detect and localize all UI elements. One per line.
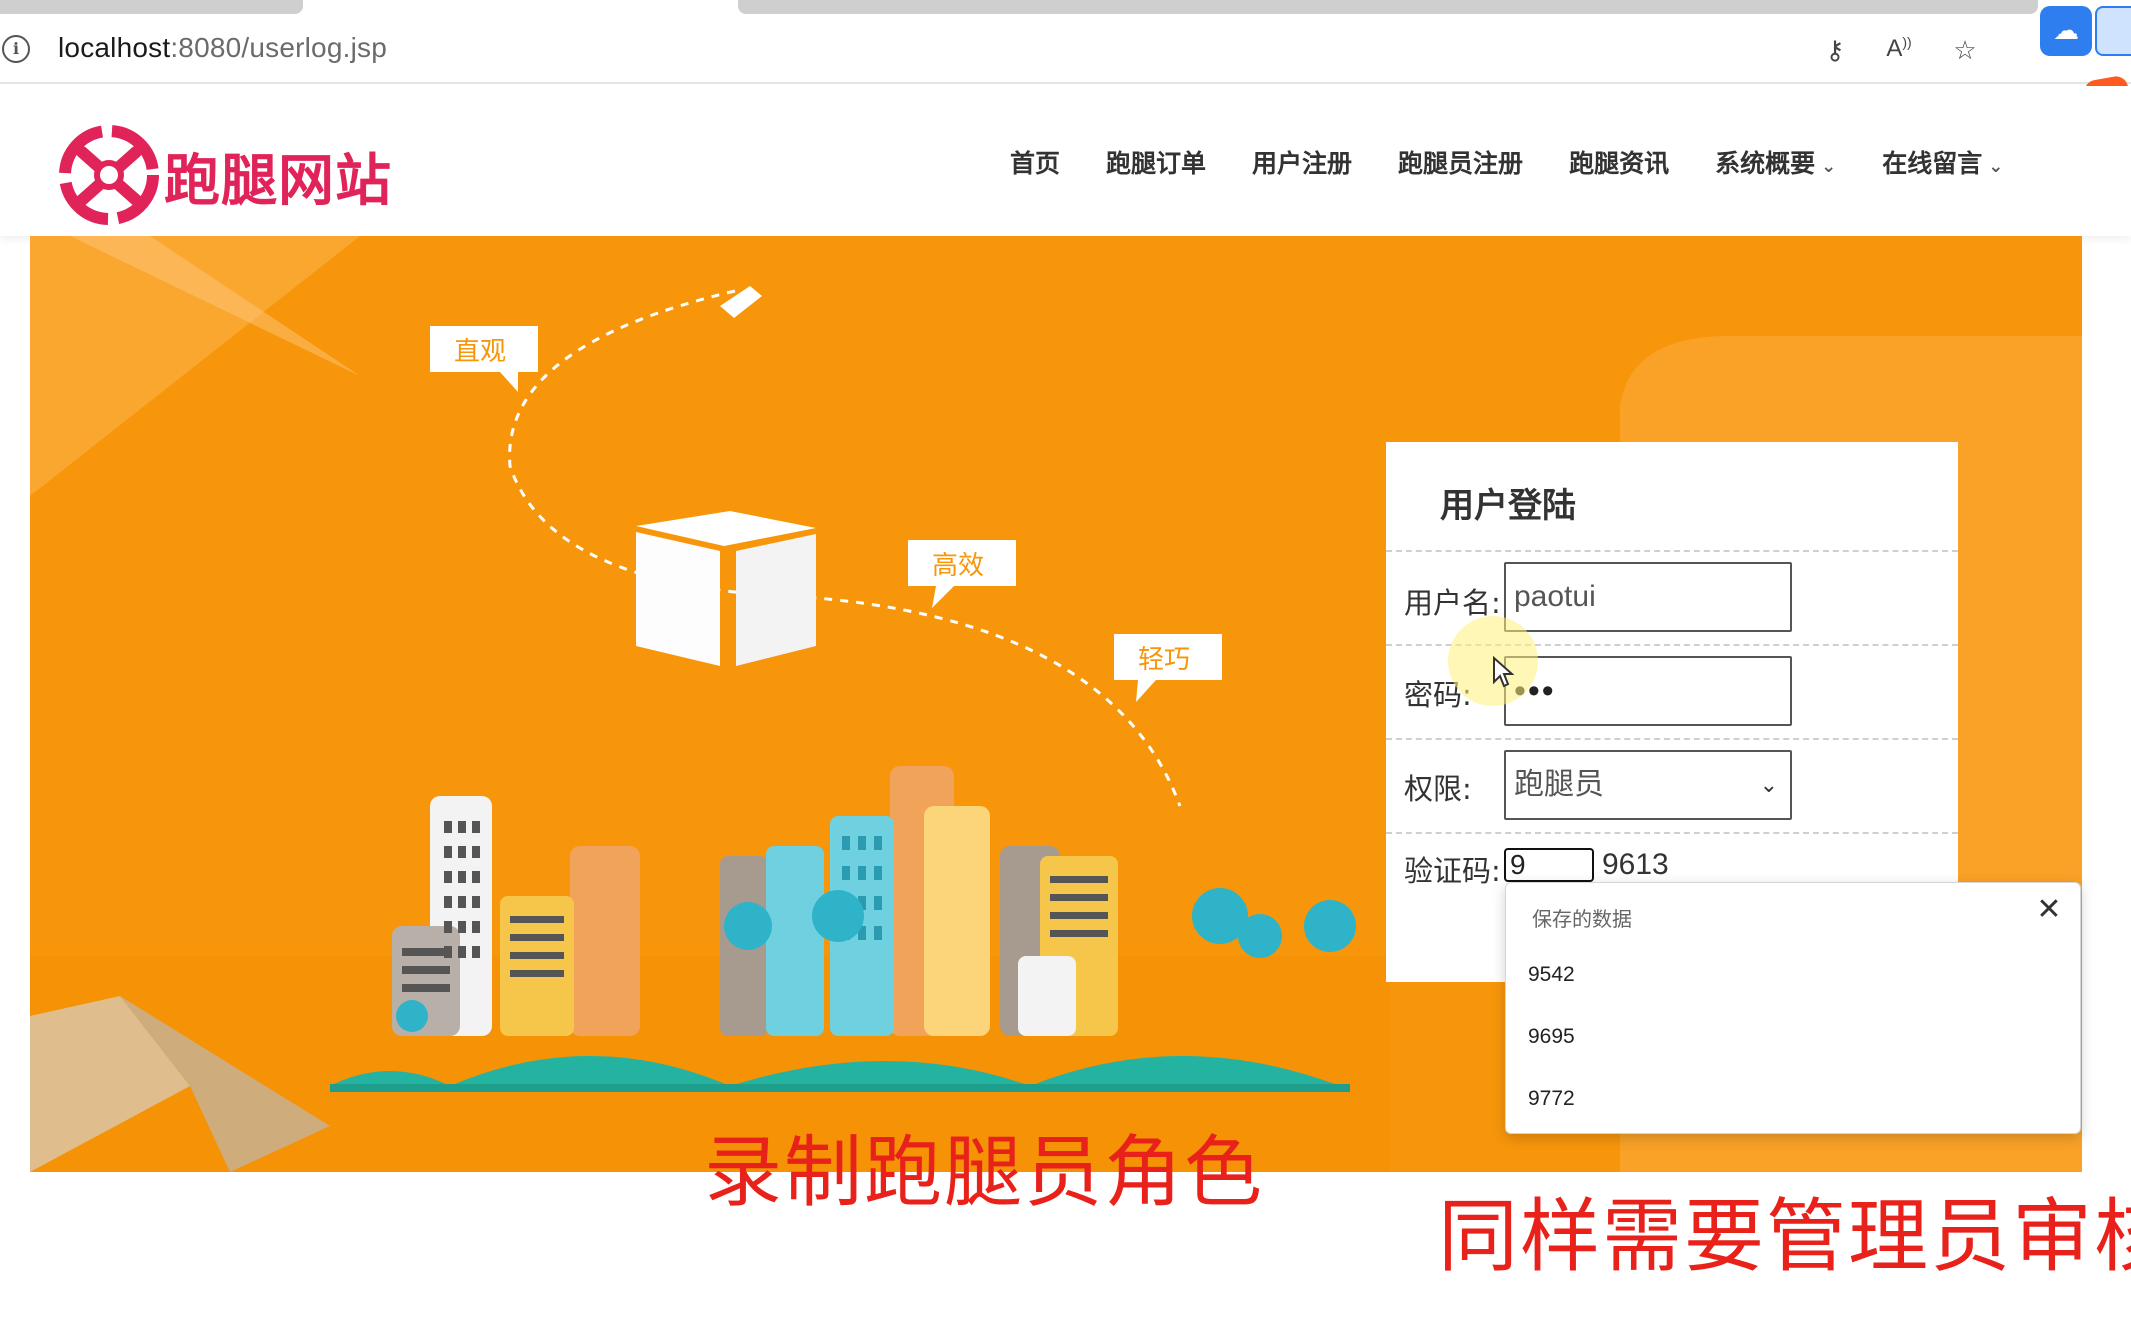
autofill-item[interactable]: 9695 [1528, 1025, 1575, 1049]
role-row: 权限: 跑腿员 ⌄ [1386, 738, 1958, 832]
url-path: :8080/userlog.jsp [170, 32, 387, 63]
captcha-input[interactable]: 9 [1504, 848, 1594, 882]
tag-lightweight: 轻巧 [1138, 645, 1190, 675]
role-label: 权限: [1404, 772, 1472, 806]
url-field[interactable]: localhost:8080/userlog.jsp [58, 32, 387, 64]
chevron-down-icon: ⌄ [1759, 772, 1778, 797]
tag-intuitive: 直观 [454, 337, 506, 367]
username-input[interactable]: paotui [1504, 562, 1792, 632]
nav-online-message[interactable]: 在线留言 ⌄ [1882, 144, 2003, 180]
nav-home[interactable]: 首页 [1010, 144, 1060, 180]
browser-tab[interactable] [0, 0, 303, 14]
tab-strip [0, 0, 2131, 20]
baidu-netdisk-icon[interactable]: ☁ [2040, 6, 2092, 56]
autofill-item[interactable]: 9772 [1528, 1087, 1575, 1111]
mouse-cursor-icon [1493, 656, 1514, 688]
nav-label: 跑腿员注册 [1398, 149, 1524, 178]
chevron-down-icon: ⌄ [1988, 156, 2004, 177]
nav-label: 系统概要 [1715, 149, 1816, 178]
chevron-down-icon: ⌄ [1821, 156, 1837, 177]
nav-orders[interactable]: 跑腿订单 [1106, 144, 1206, 180]
caption-line-1: 录制跑腿员角色 [704, 1128, 1265, 1218]
browser-tab[interactable] [738, 0, 2038, 14]
nav-label: 首页 [1010, 149, 1061, 178]
key-icon[interactable]: ⚷ [1818, 34, 1852, 68]
main-nav: 首页 跑腿订单 用户注册 跑腿员注册 跑腿资讯 系统概要 ⌄ 在线留言 ⌄ [1010, 144, 2049, 180]
tag-efficient: 高效 [932, 551, 984, 581]
nav-label: 跑腿资讯 [1569, 149, 1670, 178]
caption-line-2: 同样需要管理员审核 [1438, 1190, 2131, 1283]
cube-icon [636, 511, 816, 666]
nav-label: 在线留言 [1882, 149, 1983, 178]
nav-label: 用户注册 [1252, 149, 1353, 178]
nav-system-overview[interactable]: 系统概要 ⌄ [1715, 144, 1836, 180]
autofill-item[interactable]: 9542 [1528, 963, 1575, 987]
info-icon[interactable]: i [2, 35, 30, 63]
autofill-dropdown: 保存的数据 ✕ 9542 9695 9772 [1505, 882, 2081, 1134]
captcha-label: 验证码: [1404, 854, 1501, 888]
read-aloud-icon[interactable]: A)) [1882, 34, 1916, 68]
extension-icon[interactable] [2095, 6, 2131, 56]
logo-text[interactable]: 跑腿网站 [164, 136, 392, 217]
password-input[interactable]: ••• [1504, 656, 1792, 726]
captcha-code[interactable]: 9613 [1602, 848, 1669, 882]
autofill-title: 保存的数据 [1532, 907, 1632, 931]
nav-user-register[interactable]: 用户注册 [1252, 144, 1352, 180]
role-select[interactable]: 跑腿员 ⌄ [1504, 750, 1792, 820]
favorites-add-icon[interactable]: ☆ [1948, 34, 1982, 68]
close-icon[interactable]: ✕ [2032, 893, 2066, 927]
login-title: 用户登陆 [1440, 486, 1576, 526]
nav-news[interactable]: 跑腿资讯 [1569, 144, 1669, 180]
role-value: 跑腿员 [1514, 768, 1604, 801]
url-host: localhost [58, 32, 171, 63]
site-header: 跑腿网站 首页 跑腿订单 用户注册 跑腿员注册 跑腿资讯 系统概要 ⌄ 在线留言 ⌄ [0, 86, 2131, 236]
nav-label: 跑腿订单 [1106, 149, 1207, 178]
logo-icon[interactable] [54, 120, 164, 230]
address-bar: i localhost:8080/userlog.jsp ⚷ A)) ☆ [0, 20, 2131, 84]
nav-runner-register[interactable]: 跑腿员注册 [1398, 144, 1523, 180]
